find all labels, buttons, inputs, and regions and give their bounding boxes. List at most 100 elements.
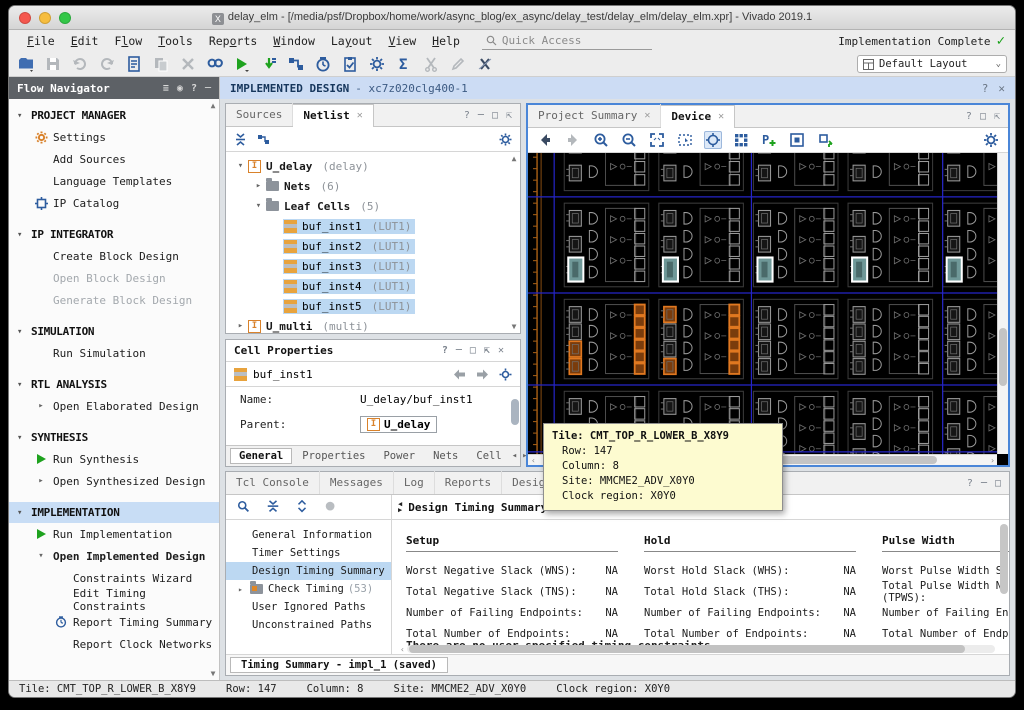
back-icon[interactable] — [536, 131, 554, 149]
menu-file[interactable]: File — [19, 32, 63, 50]
collapse-all-icon[interactable] — [264, 498, 282, 516]
results-tab-reports[interactable]: Reports — [435, 471, 502, 494]
help-icon[interactable]: ? — [464, 110, 470, 121]
flow-item-language-templates[interactable]: Language Templates — [9, 170, 219, 192]
menu-help[interactable]: Help — [424, 32, 468, 50]
menu-flow[interactable]: Flow — [106, 32, 150, 50]
maximize-panel-icon[interactable]: □ — [492, 110, 498, 121]
help-icon[interactable]: ? — [442, 345, 448, 356]
flow-section-header[interactable]: ▾IP INTEGRATOR — [9, 224, 219, 245]
timing-icon[interactable] — [314, 55, 332, 73]
summary-tab[interactable]: Timing Summary - impl_1 (saved) — [230, 657, 448, 673]
forward-icon[interactable] — [564, 131, 582, 149]
flow-item-ip-catalog[interactable]: IP Catalog — [9, 192, 219, 214]
cellprops-tab-power[interactable]: Power — [375, 449, 423, 463]
cellprops-tab-general[interactable]: General — [230, 448, 292, 464]
validate-icon[interactable] — [341, 55, 359, 73]
cellprops-tab-properties[interactable]: Properties — [294, 449, 373, 463]
float-panel-icon[interactable]: ⇱ — [506, 110, 512, 121]
autofit-selection-icon[interactable] — [704, 131, 722, 149]
scrollbar[interactable]: ▲▼ — [208, 101, 218, 678]
tree-chevron-icon[interactable]: ▸ — [234, 321, 247, 331]
probe-icon[interactable] — [476, 55, 494, 73]
report-icon[interactable] — [125, 55, 143, 73]
cellprops-tab-nets[interactable]: Nets — [425, 449, 466, 463]
flow-item-create-block-design[interactable]: Create Block Design — [9, 245, 219, 267]
close-panel-icon[interactable]: ✕ — [498, 345, 504, 356]
vertical-scrollbar[interactable] — [999, 520, 1009, 644]
minimize-panel-icon[interactable]: ─ — [456, 345, 462, 356]
cellprops-tab-cell[interactable]: Cell — [468, 449, 509, 463]
scrollbar[interactable]: ▲▼ — [509, 154, 519, 331]
netlist-item-u_delay[interactable]: ▾ IU_delay(delay) — [226, 156, 520, 176]
sources-tab-netlist[interactable]: Netlist✕ — [293, 104, 373, 127]
report-nav-unconstrained-paths[interactable]: Unconstrained Paths — [226, 616, 391, 634]
flow-section-header[interactable]: ▾SYNTHESIS — [9, 427, 219, 448]
zoom-in-icon[interactable] — [592, 131, 610, 149]
step-icon[interactable] — [260, 55, 278, 73]
menu-layout[interactable]: Layout — [323, 32, 381, 50]
zoom-fit-icon[interactable] — [648, 131, 666, 149]
mark-icon[interactable] — [816, 131, 834, 149]
horizontal-scrollbar[interactable]: ‹ — [400, 644, 995, 654]
flow-item-report-clock-networks[interactable]: Report Clock Networks — [9, 633, 219, 655]
flow-section-header[interactable]: ▾RTL ANALYSIS — [9, 374, 219, 395]
netlist-item-buf_inst1[interactable]: buf_inst1(LUT1) — [226, 216, 520, 236]
sum-icon[interactable]: Σ — [395, 55, 413, 73]
collapse-all-icon[interactable]: ≡ — [163, 83, 169, 94]
minimize-panel-icon[interactable]: ─ — [981, 478, 987, 489]
netlist-item-buf_inst2[interactable]: buf_inst2(LUT1) — [226, 236, 520, 256]
maximize-panel-icon[interactable]: □ — [470, 345, 476, 356]
menu-view[interactable]: View — [380, 32, 424, 50]
maximize-panel-icon[interactable]: □ — [980, 111, 986, 122]
pane-collapse-icons[interactable]: ◀▶ — [398, 501, 402, 513]
flow-item-constraints-wizard[interactable]: Constraints Wizard — [9, 567, 219, 589]
report-nav-general-information[interactable]: General Information — [226, 526, 391, 544]
help-icon[interactable]: ? — [982, 82, 989, 95]
close-tab-icon[interactable]: ✕ — [718, 111, 724, 122]
open-project-icon[interactable] — [17, 55, 35, 73]
parent-link[interactable]: IU_delay — [360, 416, 437, 433]
layout-selector[interactable]: Default Layout ⌄ — [857, 55, 1007, 73]
flow-item-run-synthesis[interactable]: Run Synthesis — [9, 448, 219, 470]
netlist-item-buf_inst4[interactable]: buf_inst4(LUT1) — [226, 276, 520, 296]
tree-chevron-icon[interactable]: ▸ — [238, 585, 250, 594]
flow-item-open-elaborated-design[interactable]: ▸Open Elaborated Design — [9, 395, 219, 417]
netlist-item-leaf cells[interactable]: ▾ Leaf Cells(5) — [226, 196, 520, 216]
flow-item-open-implemented-design[interactable]: ▾Open Implemented Design — [9, 545, 219, 567]
close-icon[interactable]: ✕ — [998, 82, 1005, 95]
device-tab-device[interactable]: Device✕ — [661, 105, 735, 128]
routing-resources-icon[interactable] — [732, 131, 750, 149]
flow-item-run-simulation[interactable]: Run Simulation — [9, 342, 219, 364]
route-view-icon[interactable] — [257, 133, 270, 146]
zoom-out-icon[interactable] — [620, 131, 638, 149]
find-icon[interactable] — [206, 55, 224, 73]
report-nav-user-ignored-paths[interactable]: User Ignored Paths — [226, 598, 391, 616]
route-icon[interactable] — [287, 55, 305, 73]
float-panel-icon[interactable]: ⇱ — [994, 111, 1000, 122]
device-canvas[interactable]: ‹› — [528, 153, 1008, 465]
menu-window[interactable]: Window — [265, 32, 323, 50]
tree-chevron-icon[interactable]: ▸ — [252, 181, 265, 191]
netlist-item-nets[interactable]: ▸ Nets(6) — [226, 176, 520, 196]
device-tab-project-summary[interactable]: Project Summary✕ — [528, 104, 661, 127]
close-tab-icon[interactable]: ✕ — [644, 110, 650, 121]
forward-icon[interactable] — [476, 369, 489, 380]
flow-item-settings[interactable]: Settings — [9, 126, 219, 148]
netlist-item-buf_inst3[interactable]: buf_inst3(LUT1) — [226, 256, 520, 276]
run-icon[interactable] — [233, 55, 251, 73]
menu-tools[interactable]: Tools — [150, 32, 201, 50]
expand-collapse-icon[interactable] — [293, 498, 311, 516]
tree-chevron-icon[interactable]: ▾ — [252, 201, 265, 211]
collapse-all-icon[interactable] — [234, 133, 247, 146]
flow-item-open-synthesized-design[interactable]: ▸Open Synthesized Design — [9, 470, 219, 492]
settings-icon[interactable] — [368, 55, 386, 73]
quick-access-input[interactable]: Quick Access — [482, 32, 652, 50]
menu-reports[interactable]: Reports — [201, 32, 266, 50]
record-icon[interactable] — [322, 498, 340, 516]
minimize-panel-icon[interactable]: ─ — [478, 110, 484, 121]
scrollbar-thumb[interactable] — [511, 399, 519, 425]
vertical-scrollbar[interactable] — [997, 153, 1008, 454]
settings-gear-icon[interactable] — [982, 131, 1000, 149]
add-pblock-icon[interactable]: P — [760, 131, 778, 149]
